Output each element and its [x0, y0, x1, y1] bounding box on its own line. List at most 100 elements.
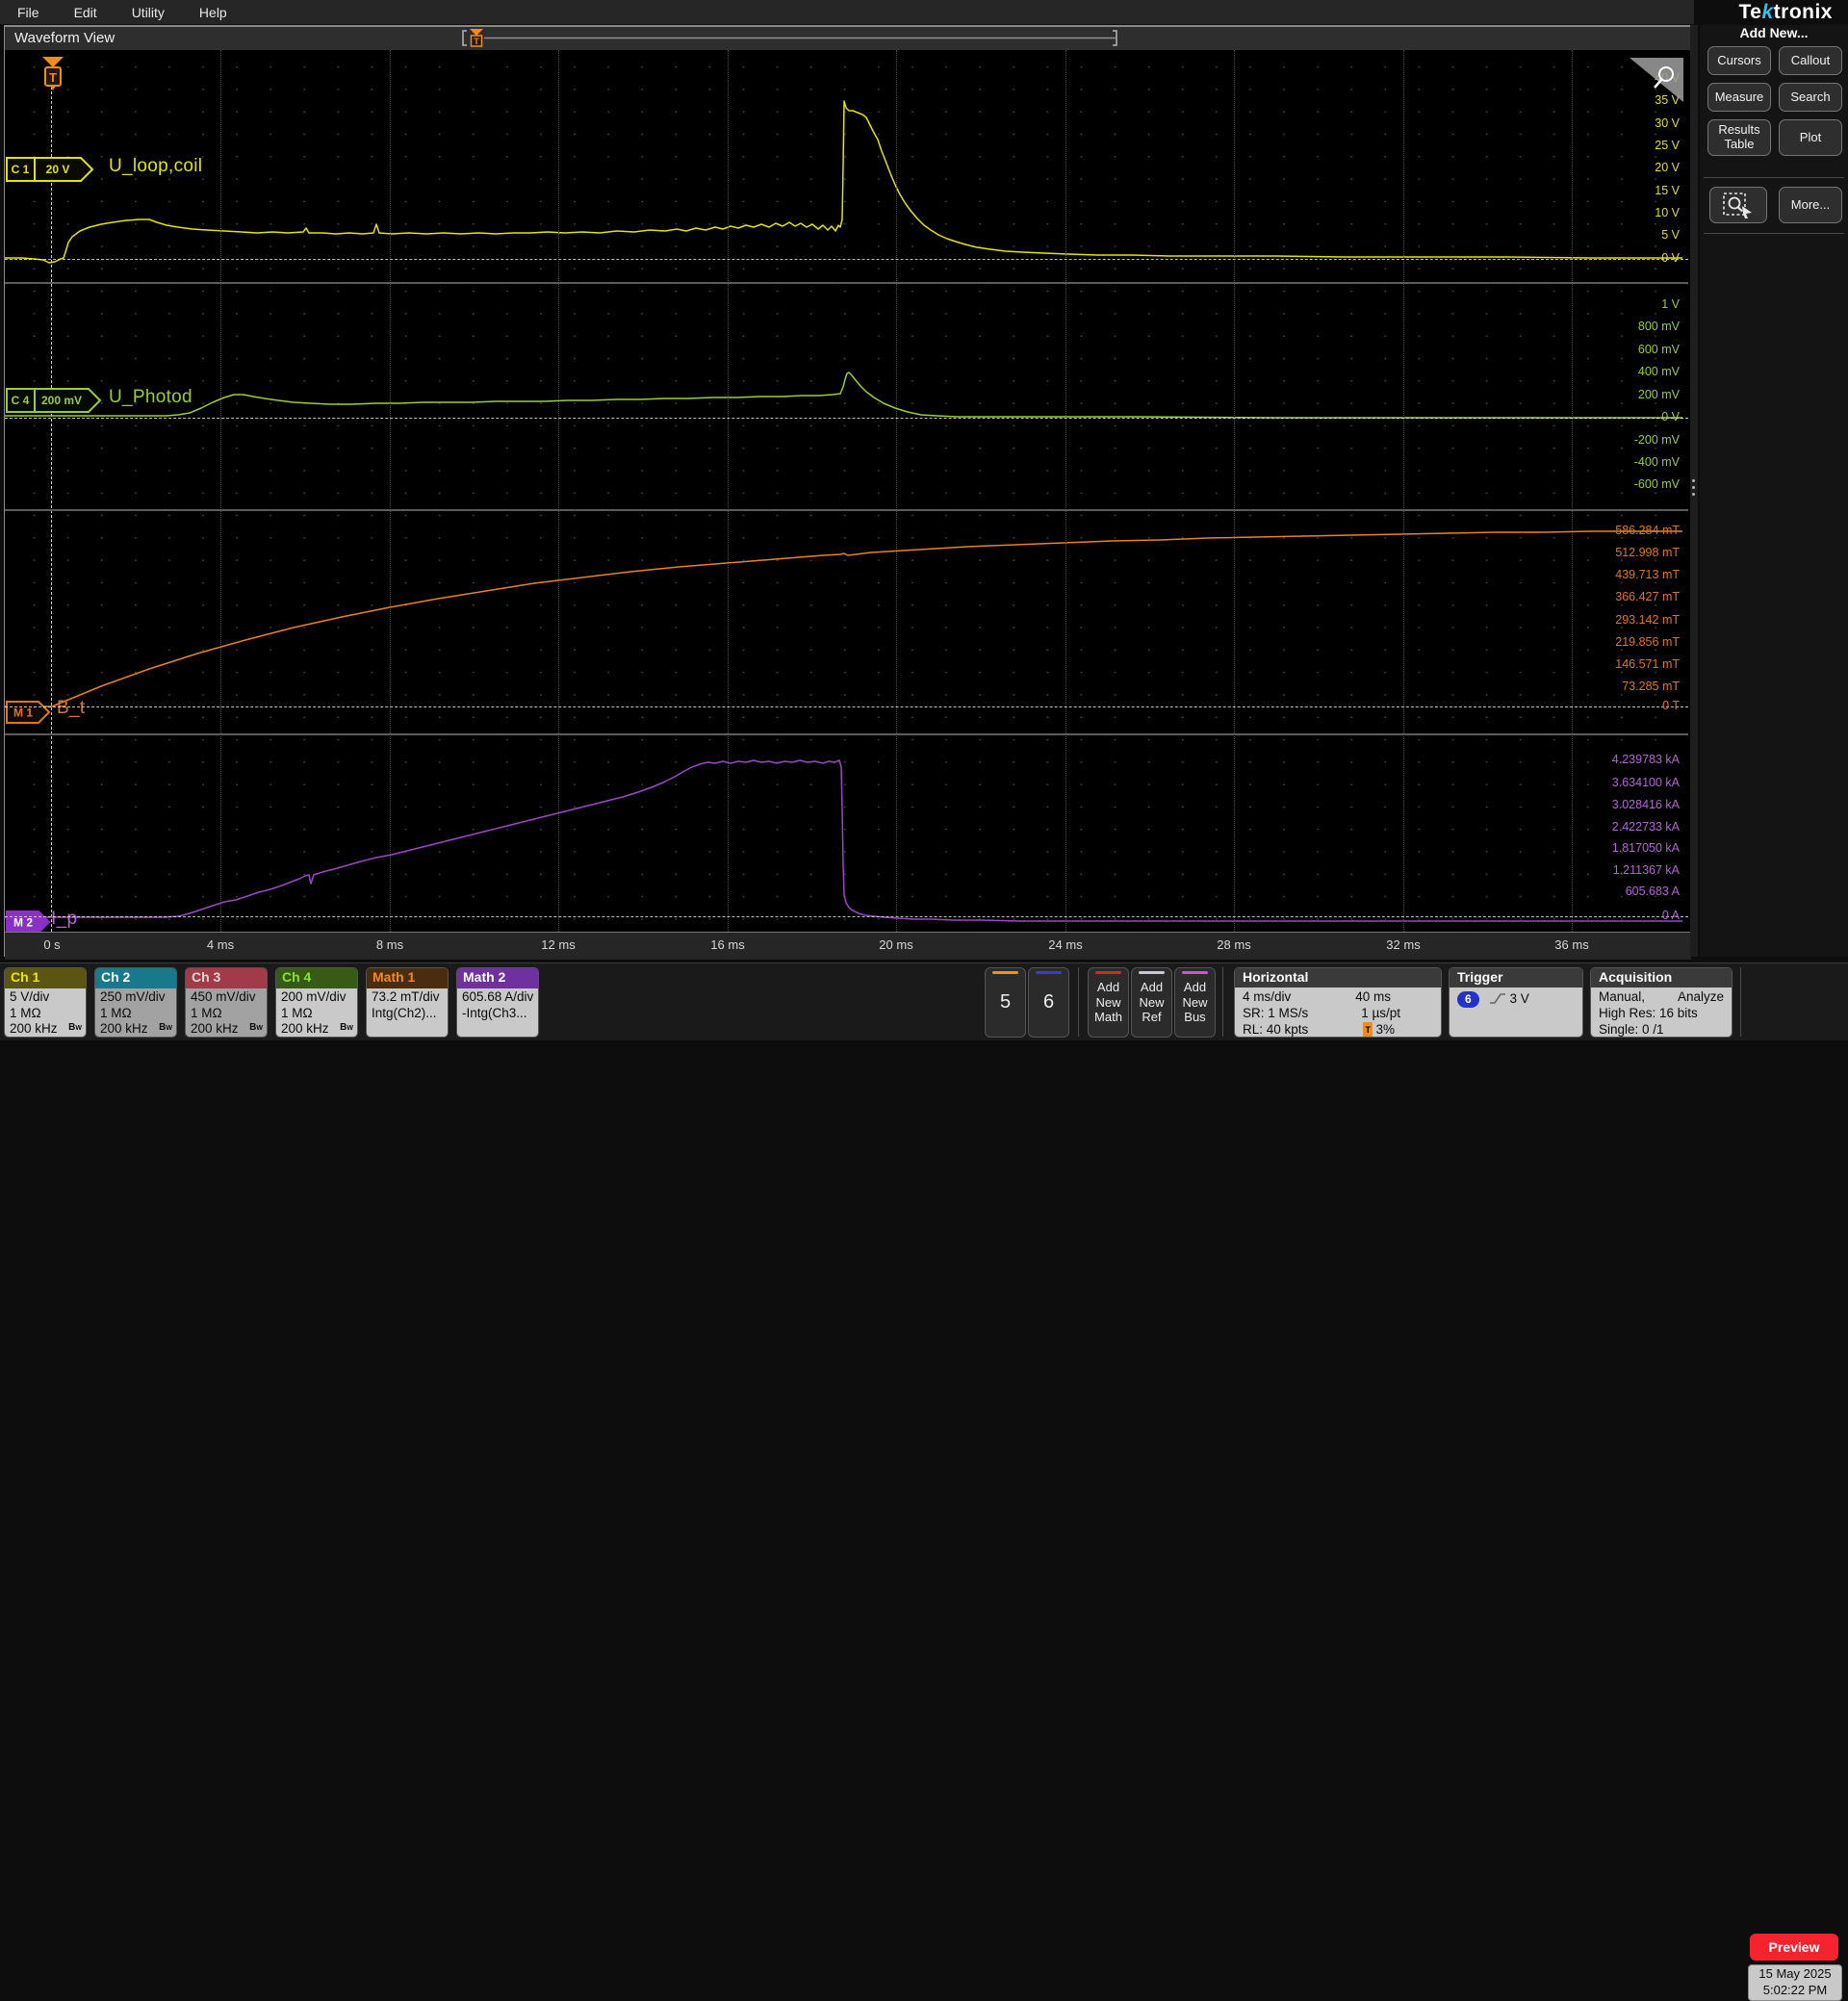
math2-axis-tick: 3.028416 kA [1611, 798, 1680, 811]
button-color-stripe [1095, 971, 1121, 974]
add-new-bus-button[interactable]: Add New Bus [1174, 967, 1216, 1038]
ch1-axis-tick: 35 V [1655, 93, 1680, 107]
trigger-level: 3 V [1509, 991, 1529, 1006]
waveform-view-titlebar: Waveform View T [5, 27, 1690, 51]
ch1-axis-tick: 15 V [1655, 184, 1680, 197]
menu-file[interactable]: File [17, 5, 39, 20]
horizontal-position-minimap[interactable]: T [460, 27, 1134, 49]
time-axis-label: 28 ms [1217, 937, 1251, 952]
splitter-grip-icon[interactable] [1692, 479, 1695, 482]
acquisition-mode: Manual, [1599, 989, 1646, 1004]
channel-badge-math1[interactable]: Math 1 73.2 mT/div Intg(Ch2)... [366, 967, 449, 1038]
button-color-stripe [1139, 971, 1165, 974]
bandwidth-limit-icon: BW [249, 1021, 263, 1033]
math2-axis-tick: 3.634100 kA [1611, 776, 1680, 789]
plot-button[interactable]: Plot [1779, 119, 1842, 156]
svg-text:T: T [474, 37, 479, 46]
zoom-corner-control[interactable] [1630, 58, 1683, 102]
slot-color-stripe [992, 971, 1018, 974]
results-table-button[interactable]: Results Table [1707, 119, 1771, 156]
menu-help[interactable]: Help [199, 5, 227, 20]
time-label: 5:02:22 PM [1762, 1983, 1828, 1997]
menu-utility[interactable]: Utility [132, 5, 165, 20]
ch4-axis-tick: -200 mV [1633, 433, 1680, 447]
math2-axis-tick: 2.422733 kA [1611, 820, 1680, 834]
results-bar: Add New... Cursors Callout Measure Searc… [1700, 25, 1848, 957]
channel-setting: 200 mV/div [281, 989, 346, 1004]
menu-bar: File Edit Utility Help [0, 0, 1694, 24]
channel-setting: 73.2 mT/div [372, 989, 440, 1004]
channel-badge-title: Ch 4 [276, 968, 357, 988]
channel-badge-ch2[interactable]: Ch 2 250 mV/div 1 MΩ 200 kHz BW [94, 967, 177, 1038]
ch4-axis-tick: -400 mV [1633, 455, 1680, 469]
channel-badge-title: Math 2 [457, 968, 538, 988]
channel-setting: Intg(Ch2)... [372, 1005, 437, 1020]
channel-badge-ch4[interactable]: Ch 4 200 mV/div 1 MΩ 200 kHz BW [275, 967, 358, 1038]
preview-button[interactable]: Preview [1750, 1934, 1838, 1961]
minimap-trigger-icon[interactable] [470, 29, 483, 36]
time-axis-label: 20 ms [879, 937, 913, 952]
math2-axis-tick: 4.239783 kA [1611, 753, 1680, 766]
math2-axis-tick: 1.211367 kA [1612, 863, 1680, 877]
cursors-button[interactable]: Cursors [1707, 46, 1771, 75]
minimap-left-bracket [462, 30, 467, 46]
trigger-position-icon: T [1362, 1022, 1373, 1037]
horizontal-scale: 4 ms/div [1243, 989, 1292, 1004]
ch4-axis-tick: 0 V [1661, 410, 1680, 423]
button-label: Add New Ref [1139, 980, 1165, 1025]
divider [1704, 233, 1844, 234]
panel-divider [5, 282, 1688, 284]
trigger-panel[interactable]: Trigger 6 3 V [1449, 967, 1583, 1038]
channel-badge-ch1[interactable]: Ch 15 V/div 1 MΩ 200 kHz BW [4, 967, 87, 1038]
time-axis-label: 24 ms [1048, 937, 1083, 952]
record-length: RL: 40 kpts [1243, 1022, 1309, 1037]
ch1-axis-tick: 5 V [1661, 228, 1680, 242]
zoom-select-button[interactable] [1709, 187, 1767, 223]
waveform-plot-area[interactable]: T C 1 20 V U_loop,coil C 4 200 mV U_Phot… [5, 50, 1688, 932]
callout-button[interactable]: Callout [1779, 46, 1842, 75]
channel-badge-ch3[interactable]: Ch 3 450 mV/div 1 MΩ 200 kHz BW [185, 967, 268, 1038]
acquisition-panel[interactable]: Acquisition Manual, Analyze High Res: 16 … [1590, 967, 1732, 1038]
measure-button[interactable]: Measure [1707, 83, 1771, 112]
time-axis-label: 0 s [43, 937, 61, 952]
math1-axis-tick: 293.142 mT [1615, 613, 1680, 627]
slot-label: 6 [1042, 991, 1055, 1013]
pane-splitter[interactable] [1690, 25, 1698, 957]
date-label: 15 May 2025 [1758, 1966, 1832, 1981]
channel-slot-button-6[interactable]: 6 [1028, 967, 1069, 1038]
math1-axis-tick: 0 T [1662, 699, 1680, 712]
tektronix-logo: Tektronix [1738, 1, 1833, 23]
ch1-axis-tick: 25 V [1655, 139, 1680, 152]
acquisition-title: Acquisition [1591, 968, 1732, 988]
trigger-source-badge: 6 [1457, 991, 1479, 1008]
horizontal-title: Horizontal [1235, 968, 1441, 988]
add-new-math-button[interactable]: Add New Math [1088, 967, 1129, 1038]
math2-axis-tick: 1.817050 kA [1611, 841, 1680, 855]
zoom-selection-icon [1723, 192, 1752, 218]
math1-axis-tick: 366.427 mT [1615, 590, 1680, 603]
channel-slot-button-5[interactable]: 5 [985, 967, 1026, 1038]
waveform-view-window: Waveform View T T C 1 20 V U_loop,coil C… [4, 25, 1691, 960]
menu-edit[interactable]: Edit [74, 5, 97, 20]
ch1-axis-tick: 0 V [1661, 251, 1680, 265]
acquisition-single: Single: 0 /1 [1599, 1022, 1664, 1037]
trigger-position-percent: 3% [1375, 1022, 1395, 1037]
channel-setting: 250 mV/div [100, 989, 166, 1004]
time-axis-label: 4 ms [206, 937, 235, 952]
search-button[interactable]: Search [1779, 83, 1842, 112]
bandwidth-limit-icon: BW [340, 1021, 353, 1033]
channel-setting: 5 V/div [10, 989, 50, 1004]
math1-axis-tick: 439.713 mT [1615, 568, 1680, 581]
math2-axis-tick: 605.683 A [1625, 885, 1680, 898]
channel-badge-math2[interactable]: Math 2 605.68 A/div -Intg(Ch3... [456, 967, 539, 1038]
horizontal-window: 40 ms [1355, 989, 1391, 1004]
time-axis-label: 8 ms [375, 937, 404, 952]
ch1-axis-tick: 20 V [1655, 161, 1680, 174]
add-new-ref-button[interactable]: Add New Ref [1131, 967, 1172, 1038]
horizontal-panel[interactable]: Horizontal 4 ms/div 40 ms SR: 1 MS/s 1 µs/… [1234, 967, 1442, 1038]
math1-axis-tick: 586.284 mT [1615, 524, 1680, 537]
more-button[interactable]: More... [1779, 187, 1842, 223]
sample-rate: SR: 1 MS/s [1243, 1006, 1309, 1020]
ch4-axis-tick: 800 mV [1637, 320, 1680, 333]
slot-color-stripe [1036, 971, 1062, 974]
